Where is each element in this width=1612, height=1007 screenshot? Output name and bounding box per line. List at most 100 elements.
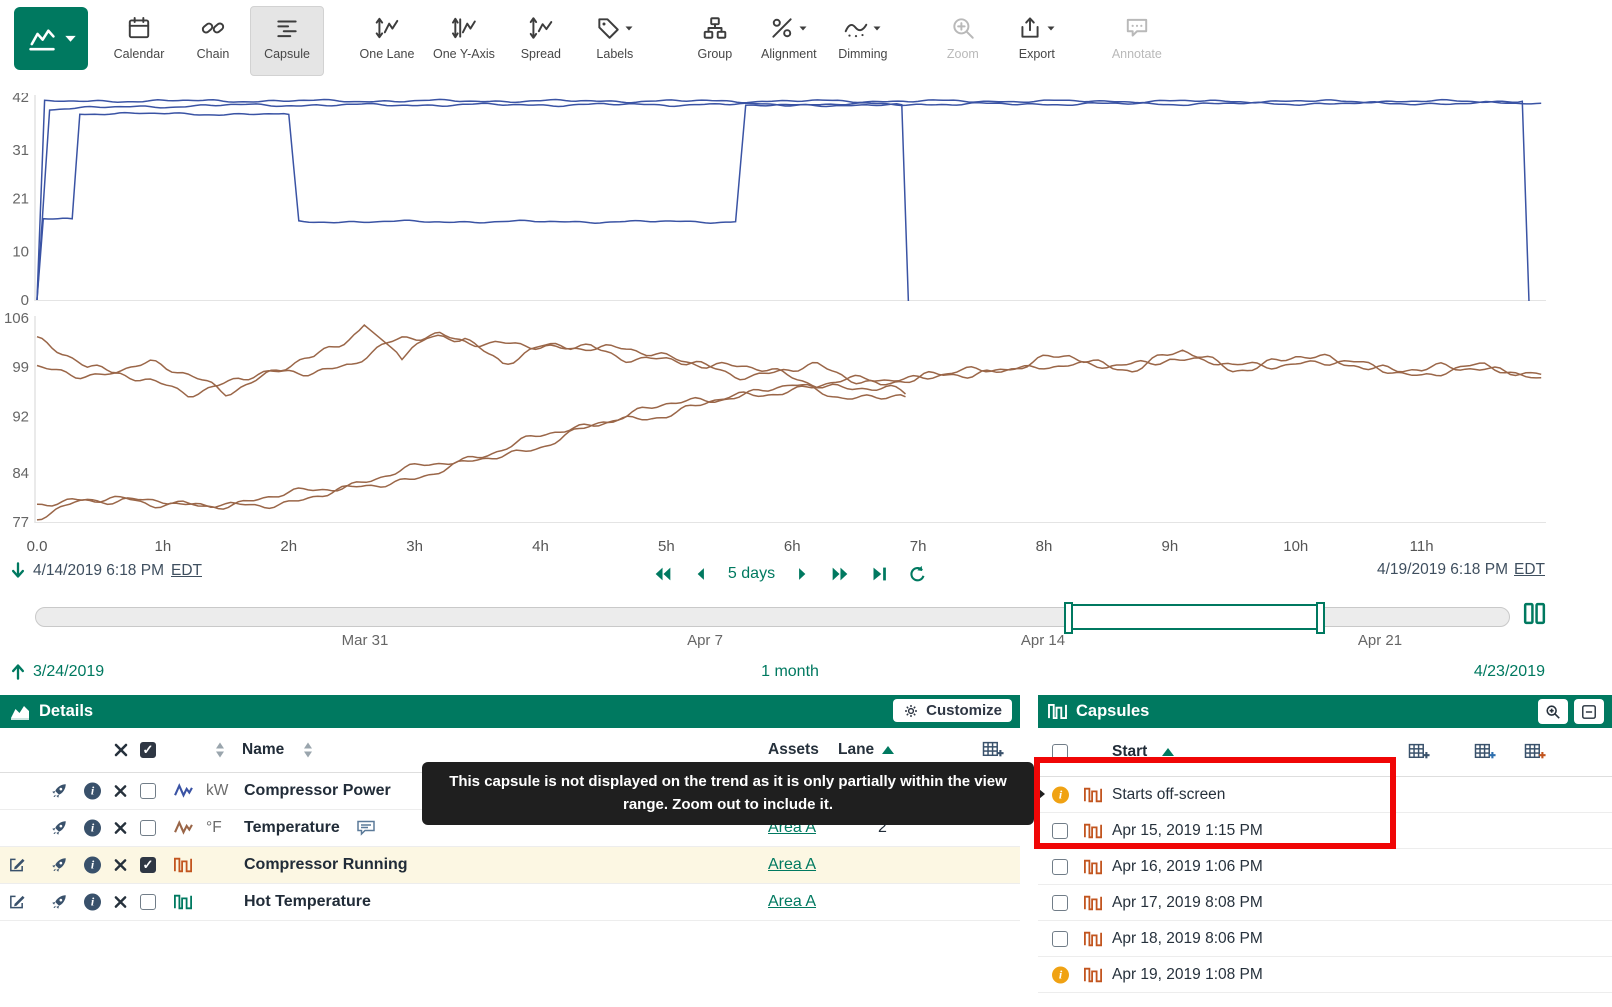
column-header-name[interactable]: Name bbox=[242, 741, 284, 759]
toolbar-alignment-label: Alignment bbox=[761, 47, 817, 61]
investigate-range-row: 3/24/2019 1 month 4/23/2019 bbox=[0, 661, 1612, 687]
svg-text:84: 84 bbox=[12, 465, 29, 482]
investigate-start-arrow-icon[interactable] bbox=[10, 662, 26, 681]
capsule-checkbox[interactable] bbox=[1052, 931, 1068, 947]
capsule-start-value: Apr 19, 2019 1:08 PM bbox=[1112, 966, 1263, 984]
one-y-axis-icon bbox=[451, 13, 477, 43]
toolbar-group-button[interactable]: Group bbox=[678, 6, 752, 76]
timeline-selected-range[interactable] bbox=[1068, 604, 1321, 630]
view-selector-button[interactable] bbox=[14, 7, 88, 70]
capsules-select-all-checkbox[interactable] bbox=[1052, 744, 1068, 760]
capsules-zoom-button[interactable] bbox=[1538, 699, 1568, 724]
add-condition-column-icon[interactable] bbox=[1524, 743, 1546, 762]
sort-icon[interactable] bbox=[304, 743, 312, 758]
svg-text:7h: 7h bbox=[910, 538, 927, 555]
row-checkbox[interactable] bbox=[140, 857, 156, 873]
asset-swap-icon[interactable] bbox=[50, 819, 68, 837]
toolbar-buttons: CalendarChain Capsule One LaneOne Y-AxisSp… bbox=[102, 6, 1174, 76]
capsule-checkbox[interactable] bbox=[1052, 823, 1068, 839]
asset-link[interactable]: Area A bbox=[768, 893, 816, 911]
svg-text:3h: 3h bbox=[406, 538, 423, 555]
edit-icon[interactable] bbox=[8, 894, 25, 911]
toolbar-alignment-button[interactable]: Alignment bbox=[752, 6, 826, 76]
toolbar-labels-button[interactable]: Labels bbox=[578, 6, 652, 76]
step-to-end-icon[interactable] bbox=[868, 563, 890, 585]
remove-all-icon[interactable] bbox=[114, 743, 128, 757]
toolbar-one-lane-button[interactable]: One Lane bbox=[350, 6, 424, 76]
column-header-start[interactable]: Start bbox=[1112, 743, 1147, 761]
toolbar-one-y-axis-button[interactable]: One Y-Axis bbox=[424, 6, 504, 76]
row-checkbox[interactable] bbox=[140, 783, 156, 799]
capsule-checkbox[interactable] bbox=[1052, 895, 1068, 911]
svg-text:106: 106 bbox=[4, 310, 29, 327]
toolbar-capsule-button[interactable]: Capsule bbox=[250, 6, 324, 76]
trend-chart[interactable]: 423121100106999284770.01h2h3h4h5h6h7h8h9… bbox=[0, 93, 1612, 563]
range-duration[interactable]: 5 days bbox=[728, 565, 775, 583]
remove-icon[interactable] bbox=[114, 859, 127, 872]
timezone-link-end[interactable]: EDT bbox=[1514, 561, 1545, 579]
timeline-left-handle[interactable] bbox=[1064, 602, 1073, 634]
warning-info-icon[interactable]: i bbox=[1052, 786, 1069, 803]
svg-text:1h: 1h bbox=[155, 538, 172, 555]
asset-swap-icon[interactable] bbox=[50, 893, 68, 911]
asset-link[interactable]: Area A bbox=[768, 856, 816, 874]
capsules-collapse-button[interactable] bbox=[1574, 699, 1604, 724]
warning-info-icon[interactable]: i bbox=[1052, 966, 1069, 983]
capsule-time-toggle-icon[interactable] bbox=[1521, 601, 1548, 626]
details-panel-title: Details bbox=[39, 702, 93, 721]
column-header-assets[interactable]: Assets bbox=[768, 741, 819, 759]
step-forward-icon[interactable] bbox=[792, 564, 812, 584]
info-icon[interactable]: i bbox=[84, 820, 101, 837]
add-column-icon[interactable] bbox=[1408, 743, 1430, 762]
info-icon[interactable]: i bbox=[84, 783, 101, 800]
svg-text:10h: 10h bbox=[1283, 538, 1308, 555]
step-back-icon[interactable] bbox=[691, 564, 711, 584]
capsule-tooltip-text: This capsule is not displayed on the tre… bbox=[449, 773, 1007, 813]
svg-text:5h: 5h bbox=[658, 538, 675, 555]
toolbar-calendar-button[interactable]: Calendar bbox=[102, 6, 176, 76]
toolbar-group-label: Group bbox=[697, 47, 732, 61]
gear-icon bbox=[903, 703, 919, 719]
toolbar-spread-button[interactable]: Spread bbox=[504, 6, 578, 76]
svg-text:8h: 8h bbox=[1036, 538, 1053, 555]
svg-text:0: 0 bbox=[21, 292, 29, 309]
capsule-icon bbox=[1084, 966, 1102, 983]
capsule-checkbox[interactable] bbox=[1052, 859, 1068, 875]
row-checkbox[interactable] bbox=[140, 894, 156, 910]
comment-icon[interactable] bbox=[356, 820, 376, 837]
row-checkbox[interactable] bbox=[140, 820, 156, 836]
capsule-row: iStarts off-screen bbox=[1038, 777, 1612, 813]
customize-button[interactable]: Customize bbox=[893, 699, 1012, 722]
sort-icon[interactable] bbox=[216, 743, 224, 758]
column-header-lane[interactable]: Lane bbox=[838, 741, 874, 759]
add-signal-column-icon[interactable] bbox=[1474, 743, 1496, 762]
step-forward-fast-icon[interactable] bbox=[829, 563, 851, 585]
item-name: Hot Temperature bbox=[244, 893, 371, 911]
edit-icon[interactable] bbox=[8, 857, 25, 874]
remove-icon[interactable] bbox=[114, 822, 127, 835]
toolbar-dimming-button[interactable]: Dimming bbox=[826, 6, 900, 76]
select-all-checkbox[interactable] bbox=[140, 742, 156, 758]
asset-swap-icon[interactable] bbox=[50, 856, 68, 874]
overview-timeline[interactable] bbox=[35, 604, 1510, 630]
asset-swap-icon[interactable] bbox=[50, 782, 68, 800]
signal-icon bbox=[174, 783, 193, 800]
toolbar-export-button[interactable]: Export bbox=[1000, 6, 1074, 76]
add-column-icon[interactable] bbox=[982, 741, 1004, 760]
remove-icon[interactable] bbox=[114, 896, 127, 909]
refresh-icon[interactable] bbox=[907, 564, 928, 585]
spread-icon bbox=[528, 13, 554, 43]
range-start-arrow-icon[interactable] bbox=[10, 561, 26, 580]
capsule-row: Apr 18, 2019 8:06 PM bbox=[1038, 921, 1612, 957]
toolbar-chain-button[interactable]: Chain bbox=[176, 6, 250, 76]
info-icon[interactable]: i bbox=[84, 894, 101, 911]
investigate-duration[interactable]: 1 month bbox=[35, 663, 1545, 681]
svg-text:31: 31 bbox=[12, 142, 29, 159]
info-icon[interactable]: i bbox=[84, 857, 101, 874]
toolbar-capsule-label: Capsule bbox=[264, 47, 310, 61]
display-range-row: 4/14/2019 6:18 PM EDT 5 days 4/19/2019 6… bbox=[0, 560, 1612, 588]
remove-icon[interactable] bbox=[114, 785, 127, 798]
step-back-fast-icon[interactable] bbox=[652, 563, 674, 585]
capsules-panel-icon bbox=[1048, 703, 1067, 720]
timeline-right-handle[interactable] bbox=[1316, 602, 1325, 634]
